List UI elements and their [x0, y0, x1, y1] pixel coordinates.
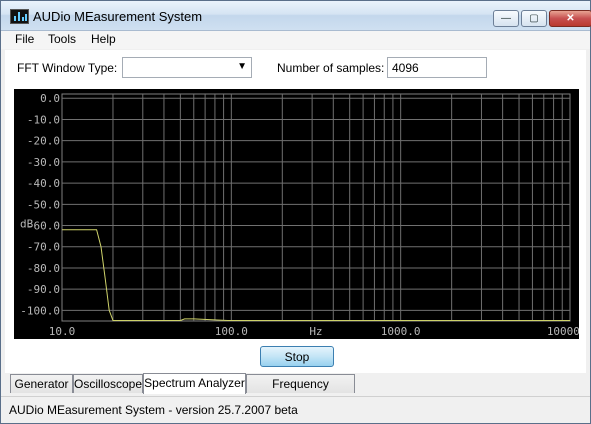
- y-tick-label: -90.0: [27, 283, 60, 296]
- chevron-down-icon[interactable]: ▼: [237, 61, 247, 72]
- menu-file[interactable]: File: [15, 32, 34, 46]
- menu-help[interactable]: Help: [91, 32, 116, 46]
- status-text: AUDio MEasurement System - version 25.7.…: [9, 403, 298, 417]
- spectrum-chart: 0.0 -10.0 -20.0 -30.0 -40.0 -50.0 -60.0 -70.0 -8…: [14, 89, 579, 339]
- tab-frequency-response[interactable]: Frequency Response: [246, 374, 355, 409]
- menu-bar: File Tools Help: [1, 31, 590, 49]
- spectrum-series-line: [62, 229, 570, 321]
- spectrum-chart-svg: 0.0-10.0-20.0-30.0-40.0-50.0-60.0-70.0-8…: [20, 92, 579, 338]
- tab-spectrum-analyzer-label: Spectrum Analyzer: [144, 376, 245, 390]
- stop-button[interactable]: Stop: [260, 346, 334, 367]
- y-tick-label: 0.0: [40, 92, 60, 105]
- samples-input[interactable]: [387, 57, 487, 78]
- x-tick-label: 100.0: [215, 325, 248, 338]
- app-window: AUDio MEasurement System — ▢ ✕ File Tool…: [0, 0, 591, 424]
- y-tick-label: -50.0: [27, 198, 60, 211]
- y-tick-label: -70.0: [27, 241, 60, 254]
- x-tick-label: 10.0: [49, 325, 76, 338]
- window-title: AUDio MEasurement System: [33, 9, 203, 24]
- y-tick-label: -80.0: [27, 262, 60, 275]
- x-tick-label: 1000.0: [381, 325, 421, 338]
- y-tick-label: -30.0: [27, 156, 60, 169]
- fft-window-label: FFT Window Type:: [17, 61, 118, 75]
- tab-spectrum-analyzer[interactable]: Spectrum Analyzer: [143, 373, 246, 394]
- tab-generator[interactable]: Generator: [10, 374, 73, 393]
- menu-tools[interactable]: Tools: [48, 32, 76, 46]
- title-bar[interactable]: AUDio MEasurement System — ▢ ✕: [1, 1, 591, 31]
- tab-generator-label: Generator: [14, 377, 69, 391]
- maximize-button[interactable]: ▢: [521, 10, 547, 27]
- close-button[interactable]: ✕: [549, 10, 591, 27]
- plot-frame: [61, 93, 571, 322]
- tab-oscilloscope-label: Oscilloscope: [74, 377, 143, 391]
- minimize-button[interactable]: —: [493, 10, 519, 27]
- y-tick-label: -20.0: [27, 135, 60, 148]
- status-bar: AUDio MEasurement System - version 25.7.…: [1, 396, 590, 423]
- x-tick-label: 10000.0: [547, 325, 579, 338]
- y-axis-label: dB: [20, 217, 34, 230]
- tab-oscilloscope[interactable]: Oscilloscope: [73, 374, 143, 393]
- app-icon: [10, 9, 29, 24]
- y-tick-label: -10.0: [27, 113, 60, 126]
- samples-label: Number of samples:: [277, 61, 385, 75]
- fft-window-select[interactable]: ▼: [122, 57, 252, 78]
- y-tick-label: -100.0: [20, 304, 60, 317]
- x-axis-label: Hz: [309, 325, 322, 338]
- settings-panel: FFT Window Type: ▼ Number of samples:: [5, 50, 586, 86]
- y-tick-label: -40.0: [27, 177, 60, 190]
